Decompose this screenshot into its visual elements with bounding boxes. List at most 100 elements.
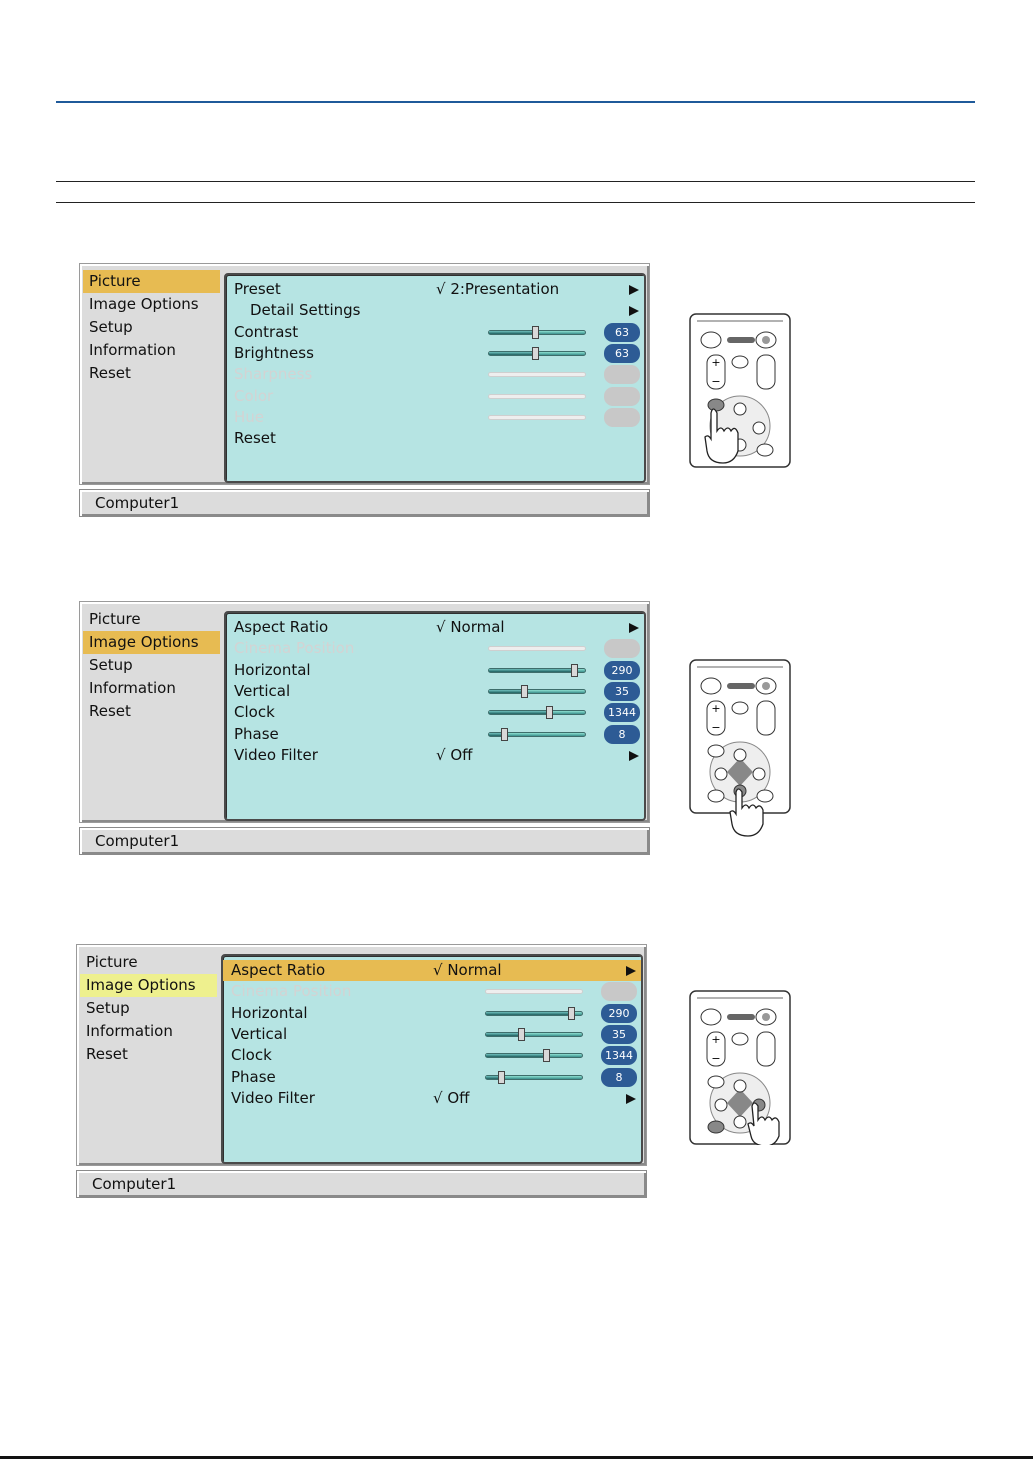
setting-label: Horizontal: [231, 1003, 308, 1022]
value-slider[interactable]: [485, 1006, 583, 1020]
value-badge: 8: [601, 1067, 637, 1087]
menu-item-information[interactable]: Information: [83, 339, 220, 362]
value-badge: 8: [604, 724, 640, 744]
setting-row-preset[interactable]: Preset √ 2:Presentation: [226, 279, 644, 300]
setting-value: √ Off: [433, 1088, 470, 1107]
setting-row-reset[interactable]: Reset: [226, 428, 644, 449]
value-slider[interactable]: [485, 1049, 583, 1063]
menu-item-information[interactable]: Information: [83, 677, 220, 700]
slider-knob[interactable]: [532, 346, 540, 360]
menu-item-image-options[interactable]: Image Options: [80, 974, 217, 997]
setting-row-color: Color: [226, 386, 644, 407]
setting-label: Reset: [234, 429, 276, 448]
menu-item-image-options[interactable]: Image Options: [83, 631, 220, 654]
menu-item-setup[interactable]: Setup: [83, 654, 220, 677]
menu-item-reset[interactable]: Reset: [83, 700, 220, 723]
setting-row-phase[interactable]: Phase 8: [226, 724, 644, 745]
value-badge: 1344: [601, 1046, 637, 1066]
setting-row-vertical[interactable]: Vertical 35: [223, 1024, 641, 1045]
menu-item-reset[interactable]: Reset: [80, 1043, 217, 1066]
setting-label: Aspect Ratio: [234, 618, 329, 636]
value-badge: [604, 639, 640, 659]
value-slider[interactable]: [488, 684, 586, 698]
menu-item-picture[interactable]: Picture: [83, 608, 220, 631]
submenu-arrow-icon: [629, 285, 639, 295]
value-badge: [604, 365, 640, 385]
value-badge: [601, 982, 637, 1002]
setting-row-sharpness: Sharpness: [226, 364, 644, 385]
menu-item-setup[interactable]: Setup: [83, 316, 220, 339]
svg-text:−: −: [711, 721, 720, 734]
input-source-label: Computer1: [92, 1175, 177, 1193]
slider-knob[interactable]: [501, 727, 509, 741]
remote-illustration-down: + −: [689, 659, 793, 837]
submenu-arrow-icon: [629, 306, 639, 317]
setting-row-brightness[interactable]: Brightness 63: [226, 343, 644, 364]
svg-text:+: +: [711, 356, 720, 369]
value-slider[interactable]: [485, 1027, 583, 1041]
slider-fill: [486, 1032, 522, 1036]
setting-label: Preset: [234, 280, 281, 298]
value-slider[interactable]: [488, 727, 586, 741]
setting-row-vertical[interactable]: Vertical 35: [226, 681, 644, 702]
setting-row-horizontal[interactable]: Horizontal 290: [223, 1003, 641, 1024]
submenu-arrow-icon: [629, 750, 639, 761]
slider-fill: [489, 689, 525, 693]
value-slider: [485, 989, 583, 995]
value-slider[interactable]: [488, 346, 586, 360]
setting-value: √ 2:Presentation: [436, 280, 560, 298]
setting-label: Color: [234, 386, 274, 405]
section-rule-top: [56, 181, 975, 182]
menu-item-information[interactable]: Information: [80, 1020, 217, 1043]
setting-row-detail-settings[interactable]: Detail Settings: [226, 300, 644, 321]
menu-item-picture[interactable]: Picture: [80, 951, 217, 974]
setting-row-clock[interactable]: Clock 1344: [226, 702, 644, 723]
setting-row-video-filter[interactable]: Video Filter √ Off: [226, 745, 644, 766]
menu-item-picture[interactable]: Picture: [83, 270, 220, 293]
setting-label: Hue: [234, 407, 265, 426]
setting-row-contrast[interactable]: Contrast 63: [226, 322, 644, 343]
slider-knob[interactable]: [520, 684, 528, 698]
setting-label: Video Filter: [231, 1088, 315, 1107]
input-source-label: Computer1: [95, 832, 180, 850]
value-slider[interactable]: [488, 706, 586, 720]
setting-label: Cinema Position: [231, 982, 352, 1001]
slider-knob[interactable]: [546, 706, 554, 720]
slider-knob[interactable]: [498, 1070, 506, 1084]
slider-fill: [489, 668, 576, 672]
setting-row-cinema-position: Cinema Position: [226, 638, 644, 659]
value-badge: 63: [604, 343, 640, 363]
header-rule: [56, 101, 975, 103]
setting-row-horizontal[interactable]: Horizontal 290: [226, 660, 644, 681]
value-slider: [488, 414, 586, 420]
menu-item-reset[interactable]: Reset: [83, 362, 220, 385]
setting-label: Clock: [231, 1046, 272, 1065]
osd-menu-picture: Picture Image Options Setup Information Rese…: [79, 263, 650, 518]
slider-knob[interactable]: [517, 1027, 525, 1041]
osd-menu-list: Picture Image Options Setup Information Rese…: [83, 270, 220, 385]
value-slider[interactable]: [485, 1070, 583, 1084]
setting-row-aspect-ratio[interactable]: Aspect Ratio √ Normal: [226, 617, 644, 638]
menu-item-image-options[interactable]: Image Options: [83, 293, 220, 316]
slider-knob[interactable]: [568, 1006, 576, 1020]
menu-item-setup[interactable]: Setup: [80, 997, 217, 1020]
osd-settings-panel: Preset √ 2:Presentation Detail Settings Con…: [224, 273, 646, 483]
value-slider[interactable]: [488, 325, 586, 339]
value-slider[interactable]: [488, 663, 586, 677]
slider-knob[interactable]: [543, 1049, 551, 1063]
setting-row-clock[interactable]: Clock 1344: [223, 1045, 641, 1066]
setting-label: Clock: [234, 703, 275, 722]
submenu-arrow-icon: [626, 966, 636, 976]
setting-label: Phase: [234, 724, 279, 743]
value-slider: [488, 393, 586, 399]
osd-status-bar: Computer1: [79, 489, 650, 517]
setting-row-aspect-ratio[interactable]: Aspect Ratio √ Normal: [223, 960, 641, 981]
setting-row-phase[interactable]: Phase 8: [223, 1067, 641, 1088]
value-badge: 290: [604, 660, 640, 680]
slider-knob[interactable]: [532, 325, 540, 339]
setting-row-video-filter[interactable]: Video Filter √ Off: [223, 1088, 641, 1109]
setting-value: √ Off: [436, 745, 473, 764]
slider-knob[interactable]: [571, 663, 579, 677]
submenu-arrow-icon: [629, 623, 639, 633]
setting-label: Video Filter: [234, 745, 318, 764]
